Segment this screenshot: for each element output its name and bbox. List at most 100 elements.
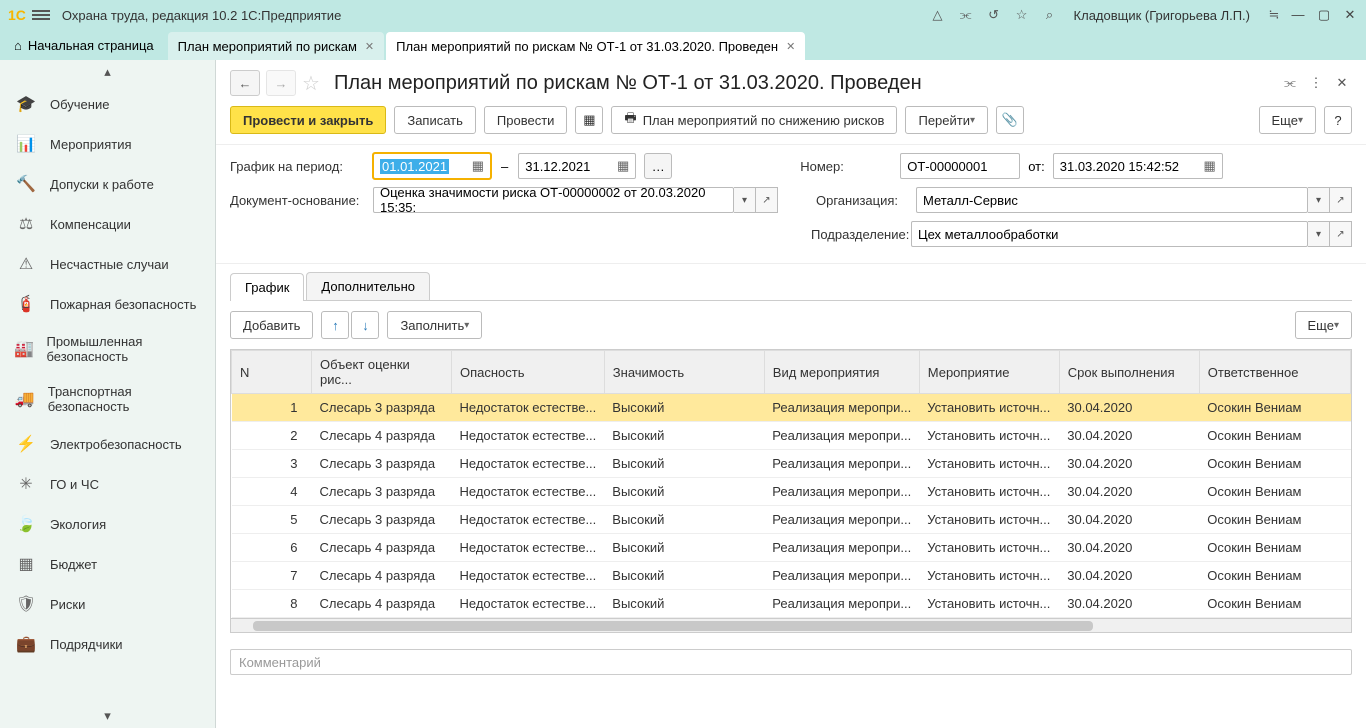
comment-input[interactable]: Комментарий (230, 649, 1352, 675)
star-icon[interactable]: ☆ (1014, 7, 1030, 23)
table-row[interactable]: 3Слесарь 3 разрядаНедостаток естестве...… (232, 450, 1351, 478)
period-label: График на период: (230, 159, 365, 174)
sidebar-item[interactable]: 🏭Промышленная безопасность (0, 324, 215, 374)
move-down-button[interactable]: ↓ (351, 311, 379, 339)
sidebar-item[interactable]: 🍃Экология (0, 504, 215, 544)
nav-back-button[interactable]: ← (230, 70, 260, 96)
org-label: Организация: (816, 193, 908, 208)
date-button[interactable]: ▦ (575, 106, 603, 134)
minimize-button[interactable]: — (1290, 7, 1306, 23)
post-close-button[interactable]: Провести и закрыть (230, 106, 386, 134)
col-act[interactable]: Мероприятие (919, 351, 1059, 394)
period-from-input[interactable]: 01.01.2021▦ (373, 153, 491, 179)
help-button[interactable]: ? (1324, 106, 1352, 134)
sidebar-item[interactable]: 📊Мероприятия (0, 124, 215, 164)
calendar-icon[interactable]: ▦ (617, 158, 629, 174)
period-to-input[interactable]: 31.12.2021▦ (518, 153, 636, 179)
dept-input[interactable]: Цех металлообработки (911, 221, 1308, 247)
number-input[interactable]: ОТ-00000001 (900, 153, 1020, 179)
dropdown-icon[interactable]: ▾ (1308, 187, 1330, 213)
nav-label: Транспортная безопасность (48, 384, 201, 414)
sidebar-collapse-down[interactable]: ▾ (0, 704, 215, 728)
table-row[interactable]: 4Слесарь 3 разрядаНедостаток естестве...… (232, 478, 1351, 506)
attachment-button[interactable]: 📎 (996, 106, 1024, 134)
calendar-icon[interactable]: ▦ (472, 158, 484, 174)
col-sig[interactable]: Значимость (604, 351, 764, 394)
open-icon[interactable]: ↗ (1330, 221, 1352, 247)
nav-icon: 🚚 (14, 389, 36, 409)
col-due[interactable]: Срок выполнения (1059, 351, 1199, 394)
maximize-button[interactable]: ▢ (1316, 7, 1332, 23)
sidebar-item[interactable]: 🔨Допуски к работе (0, 164, 215, 204)
print-icon: 🖶 (624, 109, 636, 131)
post-button[interactable]: Провести (484, 106, 568, 134)
settings-icon[interactable]: ≒ (1266, 7, 1282, 23)
sidebar-item[interactable]: ▦Бюджет (0, 544, 215, 584)
tab-plan-doc[interactable]: План мероприятий по рискам № ОТ-1 от 31.… (386, 32, 805, 60)
col-resp[interactable]: Ответственное (1199, 351, 1350, 394)
org-input[interactable]: Металл-Сервис (916, 187, 1308, 213)
hamburger-icon[interactable] (32, 8, 50, 22)
calendar-icon[interactable]: ▦ (1203, 158, 1215, 174)
history-icon[interactable]: ↺ (986, 7, 1002, 23)
tab-schedule[interactable]: График (230, 273, 304, 301)
nav-icon: ✳ (14, 474, 38, 494)
tab-close-icon[interactable]: ✕ (786, 40, 795, 53)
more-icon[interactable]: ⋮ (1306, 75, 1326, 91)
user-name[interactable]: Кладовщик (Григорьева Л.П.) (1074, 8, 1250, 23)
col-obj[interactable]: Объект оценки рис... (312, 351, 452, 394)
sidebar-item[interactable]: ⚖Компенсации (0, 204, 215, 244)
nav-forward-button[interactable]: → (266, 70, 296, 96)
sidebar-item[interactable]: 🎓Обучение (0, 84, 215, 124)
app-title: Охрана труда, редакция 10.2 1С:Предприят… (62, 8, 930, 23)
dropdown-icon[interactable]: ▾ (1308, 221, 1330, 247)
tab-plan-list[interactable]: План мероприятий по рискам✕ (168, 32, 384, 60)
sidebar-item[interactable]: 🚚 Транспортная безопасность (0, 374, 215, 424)
date-input[interactable]: 31.03.2020 15:42:52▦ (1053, 153, 1223, 179)
sidebar-collapse-up[interactable]: ▴ (0, 60, 215, 84)
search-icon[interactable]: ⌕ (1042, 7, 1058, 23)
add-button[interactable]: Добавить (230, 311, 313, 339)
title-bar: 1C Охрана труда, редакция 10.2 1С:Предпр… (0, 0, 1366, 30)
link-icon[interactable]: ⫘ (958, 7, 974, 23)
sidebar-item[interactable]: ✳ГО и ЧС (0, 464, 215, 504)
tab-close-icon[interactable]: ✕ (365, 40, 374, 53)
table-row[interactable]: 6Слесарь 4 разрядаНедостаток естестве...… (232, 534, 1351, 562)
more-button[interactable]: Еще (1259, 106, 1316, 134)
period-ellipsis-button[interactable]: … (644, 153, 672, 179)
dropdown-icon[interactable]: ▾ (734, 187, 756, 213)
bell-icon[interactable]: △ (930, 7, 946, 23)
tab-additional[interactable]: Дополнительно (306, 272, 430, 300)
table-row[interactable]: 2Слесарь 4 разрядаНедостаток естестве...… (232, 422, 1351, 450)
open-icon[interactable]: ↗ (756, 187, 778, 213)
table-row[interactable]: 7Слесарь 4 разрядаНедостаток естестве...… (232, 562, 1351, 590)
move-up-button[interactable]: ↑ (321, 311, 349, 339)
horizontal-scrollbar[interactable] (230, 619, 1352, 633)
open-icon[interactable]: ↗ (1330, 187, 1352, 213)
table-row[interactable]: 8Слесарь 4 разрядаНедостаток естестве...… (232, 590, 1351, 618)
sidebar-item[interactable]: 🧯Пожарная безопасность (0, 284, 215, 324)
goto-button[interactable]: Перейти (905, 106, 988, 134)
nav-label: Экология (50, 517, 106, 532)
fill-button[interactable]: Заполнить (387, 311, 482, 339)
sidebar-item[interactable]: 🛡Риски (0, 584, 215, 624)
col-danger[interactable]: Опасность (452, 351, 605, 394)
home-tab[interactable]: ⌂Начальная страница (0, 30, 168, 60)
save-button[interactable]: Записать (394, 106, 476, 134)
close-icon[interactable]: ✕ (1332, 75, 1352, 91)
table-row[interactable]: 1Слесарь 3 разрядаНедостаток естестве...… (232, 394, 1351, 422)
sidebar-item[interactable]: 💼Подрядчики (0, 624, 215, 664)
sidebar-item[interactable]: ⚡Электробезопасность (0, 424, 215, 464)
close-window-button[interactable]: ✕ (1342, 7, 1358, 23)
nav-label: Пожарная безопасность (50, 297, 196, 312)
col-n[interactable]: N (232, 351, 312, 394)
basis-input[interactable]: Оценка значимости риска ОТ-00000002 от 2… (373, 187, 734, 213)
table-more-button[interactable]: Еще (1295, 311, 1352, 339)
table-row[interactable]: 5Слесарь 3 разрядаНедостаток естестве...… (232, 506, 1351, 534)
link-icon[interactable]: ⫘ (1280, 75, 1300, 91)
print-plan-button[interactable]: 🖶План мероприятий по снижению рисков (611, 106, 897, 134)
col-kind[interactable]: Вид мероприятия (764, 351, 919, 394)
favorite-icon[interactable]: ☆ (302, 71, 324, 96)
sidebar-item[interactable]: ⚠Несчастные случаи (0, 244, 215, 284)
schedule-table: N Объект оценки рис... Опасность Значимо… (231, 350, 1351, 618)
